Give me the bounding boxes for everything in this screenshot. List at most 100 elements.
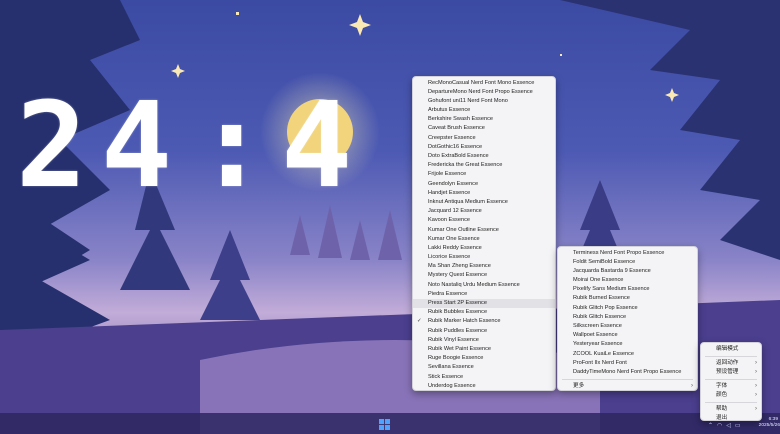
font-menu-item[interactable]: Press Start 2P Essence bbox=[413, 299, 555, 309]
font-menu-item-label: ProFont IIx Nerd Font bbox=[573, 359, 627, 366]
font-menu-item[interactable]: ProFont IIx Nerd Font bbox=[558, 359, 697, 368]
font-menu-item[interactable]: DaddyTimeMono Nerd Font Propo Essence bbox=[558, 368, 697, 377]
menu-separator bbox=[562, 379, 693, 381]
context-menu-item[interactable]: 字体 › bbox=[701, 382, 761, 391]
font-menu-item[interactable]: Fredericka the Great Essence bbox=[413, 161, 555, 170]
font-menu-item[interactable]: Underdog Essence bbox=[413, 382, 555, 391]
font-menu-item-label: Noto Nastaliq Urdu Medium Essence bbox=[428, 281, 520, 288]
font-menu-item-label: Kumar One Outline Essence bbox=[428, 226, 499, 233]
font-menu-item[interactable]: Rubik Puddles Essence bbox=[413, 327, 555, 336]
more-submenu-item[interactable]: 更多 › bbox=[558, 382, 697, 391]
context-menu-item-label: 字体 bbox=[716, 383, 728, 389]
context-menu-item-label: 编辑模式 bbox=[716, 346, 739, 352]
font-menu-item[interactable]: Kumar One Essence bbox=[413, 235, 555, 244]
font-menu-item-label: Fredericka the Great Essence bbox=[428, 162, 503, 169]
font-menu-item[interactable]: Wallpoet Essence bbox=[558, 331, 697, 340]
font-menu-item[interactable]: Foldit SemiBold Essence bbox=[558, 258, 697, 267]
font-menu-item[interactable]: Frijole Essence bbox=[413, 170, 555, 179]
font-menu-item[interactable]: Arbutus Essence bbox=[413, 106, 555, 115]
font-menu-item-label: Foldit SemiBold Essence bbox=[573, 258, 636, 265]
context-menu-item-label: 帮助 bbox=[716, 406, 728, 412]
font-menu-item[interactable]: ZCOOL KuaiLe Essence bbox=[558, 350, 697, 359]
clock-hour-tens: 2 bbox=[16, 76, 102, 214]
font-menu-item-label: Arbutus Essence bbox=[428, 107, 471, 114]
font-menu-item[interactable]: Lakki Reddy Essence bbox=[413, 244, 555, 253]
battery-icon[interactable]: ▭ bbox=[735, 422, 741, 429]
clock-colon: : bbox=[196, 76, 282, 214]
font-menu-item-label: Press Start 2P Essence bbox=[428, 300, 487, 306]
chevron-up-icon[interactable]: ⌃ bbox=[708, 422, 713, 429]
font-menu-item-label: Gohufont uni11 Nerd Font Mono bbox=[428, 97, 508, 104]
font-menu-item[interactable]: Caveat Brush Essence bbox=[413, 124, 555, 133]
taskbar-date: 2025/5/26 bbox=[758, 423, 780, 428]
font-menu-item[interactable]: Jacquarda Bastarda 9 Essence bbox=[558, 267, 697, 276]
font-menu-item[interactable]: Ruge Boogie Essence bbox=[413, 354, 555, 363]
font-menu-item[interactable]: Rubik Vinyl Essence bbox=[413, 336, 555, 345]
font-menu-item-label: Rubik Marker Hatch Essence bbox=[428, 318, 501, 325]
font-menu-item[interactable]: DepartureMono Nerd Font Propo Essence bbox=[413, 88, 555, 97]
font-menu-item[interactable]: Rubik Bubbles Essence bbox=[413, 308, 555, 317]
font-menu-item[interactable]: Noto Nastaliq Urdu Medium Essence bbox=[413, 281, 555, 290]
font-menu-item[interactable]: DotGothic16 Essence bbox=[413, 143, 555, 152]
font-menu-item-label: Sevillana Essence bbox=[428, 364, 474, 371]
font-menu-item-label: Moirai One Essence bbox=[573, 277, 624, 284]
font-menu-item[interactable]: RecMonoCasual Nerd Font Mono Essence bbox=[413, 79, 555, 88]
font-menu-item[interactable]: Mystery Quest Essence bbox=[413, 271, 555, 280]
font-menu-item[interactable]: Gohufont uni11 Nerd Font Mono bbox=[413, 97, 555, 106]
font-menu-item[interactable]: Inknut Antiqua Medium Essence bbox=[413, 198, 555, 207]
font-menu-item[interactable]: Sevillana Essence bbox=[413, 363, 555, 372]
font-menu-item[interactable]: Yesteryear Essence bbox=[558, 340, 697, 349]
font-menu-item[interactable]: Terminess Nerd Font Propo Essence bbox=[558, 249, 697, 258]
context-menu-item[interactable]: 编辑模式 bbox=[701, 345, 761, 354]
chevron-right-icon: › bbox=[755, 406, 757, 412]
font-menu-item[interactable]: Pixelify Sans Medium Essence bbox=[558, 285, 697, 294]
context-menu-item[interactable]: 颜色 › bbox=[701, 391, 761, 400]
font-menu-item-label: Licorice Essence bbox=[428, 254, 471, 261]
font-menu-item-label: Kumar One Essence bbox=[428, 235, 480, 242]
context-menu-item[interactable]: 帮助 › bbox=[701, 405, 761, 414]
font-menu-item[interactable]: Moirai One Essence bbox=[558, 276, 697, 285]
chevron-right-icon: › bbox=[755, 383, 757, 389]
font-menu-item[interactable]: ✓ Rubik Marker Hatch Essence bbox=[413, 317, 555, 326]
context-menu-item[interactable]: 预设管理 › bbox=[701, 368, 761, 377]
font-menu-item-label: Berkshire Swash Essence bbox=[428, 116, 493, 123]
taskbar-clock[interactable]: 6:39 2025/5/26 bbox=[756, 417, 780, 429]
font-menu-item[interactable]: Creepster Essence bbox=[413, 134, 555, 143]
font-menu-item[interactable]: Silkscreen Essence bbox=[558, 322, 697, 331]
font-menu-item-label: RecMonoCasual Nerd Font Mono Essence bbox=[428, 79, 535, 86]
font-menu-item-label: Rubik Bubbles Essence bbox=[428, 309, 488, 316]
font-menu-item-label: Lakki Reddy Essence bbox=[428, 244, 482, 251]
font-menu-item[interactable]: Rubik Wet Paint Essence bbox=[413, 345, 555, 354]
volume-icon[interactable]: ◁ bbox=[726, 422, 731, 429]
font-menu-item-label: Yesteryear Essence bbox=[573, 341, 623, 348]
font-menu-item[interactable]: Jacquard 12 Essence bbox=[413, 207, 555, 216]
font-menu-item[interactable]: Geendolyn Essence bbox=[413, 180, 555, 189]
font-menu-item-label: Terminess Nerd Font Propo Essence bbox=[573, 249, 665, 256]
font-menu-item[interactable]: Ma Shan Zheng Essence bbox=[413, 262, 555, 271]
font-menu-item-label: Jacquard 12 Essence bbox=[428, 208, 482, 215]
font-menu-item[interactable]: Rubik Glitch Essence bbox=[558, 313, 697, 322]
font-menu-item-label: Pixelify Sans Medium Essence bbox=[573, 286, 650, 293]
font-menu-item-label: Inknut Antiqua Medium Essence bbox=[428, 198, 508, 205]
font-menu-item[interactable]: Doto ExtraBold Essence bbox=[413, 152, 555, 161]
font-menu-item[interactable]: Kumar One Outline Essence bbox=[413, 226, 555, 235]
font-menu-item-label: Ma Shan Zheng Essence bbox=[428, 263, 491, 270]
context-menu: 编辑模式 返回动作 › 预设管理 › 字体 › 颜色 › 帮助 › 退出 bbox=[700, 342, 762, 421]
clock-minute-tens: 4 bbox=[281, 76, 367, 214]
font-menu-item[interactable]: Licorice Essence bbox=[413, 253, 555, 262]
chevron-right-icon: › bbox=[691, 383, 693, 390]
font-menu-item-label: Rubik Wet Paint Essence bbox=[428, 345, 492, 352]
font-menu-item[interactable]: Rubik Glitch Pop Essence bbox=[558, 304, 697, 313]
font-menu-item[interactable]: Rubik Burned Essence bbox=[558, 294, 697, 303]
font-menu-item[interactable]: Piedra Essence bbox=[413, 290, 555, 299]
font-menu-item-label: Rubik Burned Essence bbox=[573, 295, 630, 302]
font-menu-item[interactable]: Berkshire Swash Essence bbox=[413, 115, 555, 124]
font-menu-item-label: Frijole Essence bbox=[428, 171, 467, 178]
context-menu-item[interactable]: 返回动作 › bbox=[701, 359, 761, 368]
wifi-icon[interactable]: ◠ bbox=[717, 422, 722, 429]
font-menu-item[interactable]: Handjet Essence bbox=[413, 189, 555, 198]
font-menu-item-label: Rubik Glitch Essence bbox=[573, 313, 627, 320]
font-menu-item[interactable]: Stick Essence bbox=[413, 373, 555, 382]
windows-start-icon[interactable] bbox=[378, 419, 391, 430]
font-menu-item[interactable]: Kavoon Essence bbox=[413, 216, 555, 225]
